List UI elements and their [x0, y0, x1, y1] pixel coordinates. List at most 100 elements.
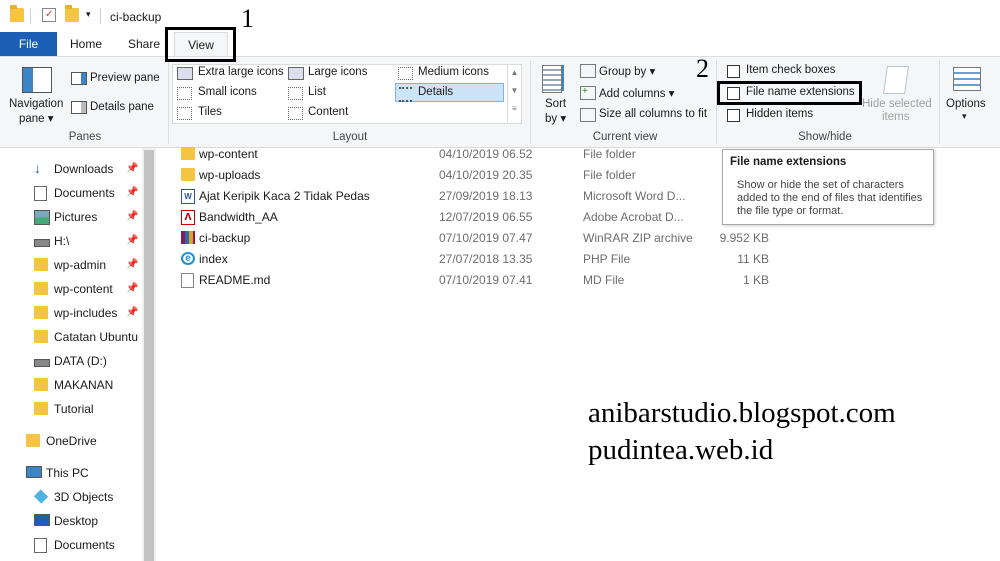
nav-item[interactable]: OneDrive	[0, 430, 142, 452]
nav-item[interactable]: ↓ Downloads 📌	[0, 158, 142, 180]
folder-icon	[10, 5, 24, 22]
nav-item[interactable]: Documents	[0, 534, 142, 556]
nav-item[interactable]: wp-includes 📌	[0, 302, 142, 324]
tooltip: File name extensions Show or hide the se…	[722, 149, 934, 225]
tab-share[interactable]: Share	[118, 32, 170, 56]
divider	[30, 8, 31, 24]
file-name: wp-uploads	[199, 168, 261, 182]
file-date: 04/10/2019 20.35	[439, 168, 533, 182]
layout-large-icons-label: Large icons	[308, 66, 368, 78]
nav-item-label: Pictures	[54, 210, 98, 224]
document-icon	[34, 538, 48, 553]
cube-icon	[33, 489, 49, 504]
file-date: 04/10/2019 06.52	[439, 147, 533, 161]
nav-item[interactable]: wp-admin 📌	[0, 254, 142, 276]
folder-icon	[34, 282, 48, 295]
folder-icon	[34, 402, 48, 415]
nav-item-label: wp-includes	[54, 306, 118, 320]
watermark-line-2: pudintea.web.id	[588, 434, 774, 466]
preview-pane-label: Preview pane	[90, 72, 160, 84]
word-icon: W	[181, 189, 195, 204]
file-size: 1 KB	[742, 273, 769, 287]
file-row[interactable]: ci-backup 07/10/2019 07.47 WinRAR ZIP arch…	[176, 228, 976, 248]
details-pane-label: Details pane	[90, 101, 154, 113]
tab-file[interactable]: File	[0, 32, 57, 56]
layout-medium-icons-label: Medium icons	[418, 66, 489, 78]
nav-item-label: This PC	[46, 466, 89, 480]
divider	[530, 60, 531, 144]
item-check-boxes-checkbox[interactable]	[727, 65, 740, 78]
document-icon	[34, 186, 48, 201]
nav-item[interactable]: Catatan Ubuntu	[0, 326, 142, 348]
details-pane-icon	[71, 101, 87, 114]
nav-item[interactable]: Documents 📌	[0, 182, 142, 204]
nav-item[interactable]: MAKANAN	[0, 374, 142, 396]
folder-icon	[181, 147, 195, 161]
properties-icon[interactable]: ✓	[42, 8, 56, 22]
hidden-items-checkbox[interactable]	[727, 109, 740, 122]
nav-item[interactable]: wp-content 📌	[0, 278, 142, 300]
file-name: ci-backup	[199, 231, 251, 245]
nav-item-label: Tutorial	[54, 402, 94, 416]
pin-icon[interactable]: 📌	[126, 163, 138, 174]
panes-group-label: Panes	[68, 131, 102, 143]
pin-icon[interactable]: 📌	[126, 187, 138, 198]
nav-item[interactable]: 3D Objects	[0, 486, 142, 508]
add-columns-icon: +	[580, 86, 596, 100]
file-name: index	[199, 252, 228, 266]
file-row[interactable]: README.md 07/10/2019 07.41 MD File 1 KB	[176, 270, 976, 290]
nav-item[interactable]: Tutorial	[0, 398, 142, 420]
file-type: MD File	[583, 273, 625, 287]
navigation-pane-label: Navigation	[9, 98, 64, 110]
divider	[939, 60, 940, 144]
file-type: File folder	[583, 147, 636, 161]
pin-icon[interactable]: 📌	[126, 259, 138, 270]
file-name: Bandwidth_AA	[199, 210, 278, 224]
file-row[interactable]: e index 27/07/2018 13.35 PHP File 11 KB	[176, 249, 976, 269]
ie-icon: e	[181, 252, 195, 266]
nav-item-label: DATA (D:)	[54, 354, 107, 368]
pin-icon[interactable]: 📌	[126, 283, 138, 294]
divider	[168, 60, 169, 144]
nav-item-label: Documents	[54, 538, 115, 552]
nav-item[interactable]: H:\ 📌	[0, 230, 142, 252]
large-icons-icon	[288, 67, 304, 80]
nav-item[interactable]: DATA (D:)	[0, 350, 142, 372]
watermark-line-1: anibarstudio.blogspot.com	[588, 397, 896, 429]
annotation-number-2: 2	[696, 54, 709, 83]
file-size: 11 KB	[737, 252, 769, 266]
winrar-icon	[181, 231, 195, 245]
folder-icon	[34, 306, 48, 319]
sort-label: Sort	[545, 98, 567, 110]
group-by-label: Group by ▾	[599, 66, 656, 78]
annotation-number-1: 1	[241, 4, 254, 33]
nav-item[interactable]: Desktop	[0, 510, 142, 532]
highlight-box-file-name-extensions	[717, 81, 862, 105]
preview-pane-icon	[71, 72, 87, 85]
folder-icon	[181, 168, 195, 182]
file-type: Adobe Acrobat D...	[583, 210, 684, 224]
list-icon	[288, 87, 303, 100]
nav-item[interactable]: Pictures 📌	[0, 206, 142, 228]
file-date: 12/07/2019 06.55	[439, 210, 533, 224]
nav-item-label: Documents	[54, 186, 115, 200]
details-icon	[399, 87, 412, 102]
layout-gallery-scroll[interactable]: ▲ ▼ ≡	[507, 64, 521, 122]
new-folder-icon[interactable]	[65, 5, 79, 22]
tab-home[interactable]: Home	[60, 32, 112, 56]
highlight-box-view-tab	[165, 27, 236, 62]
pin-icon[interactable]: 📌	[126, 307, 138, 318]
layout-tiles-label: Tiles	[198, 106, 222, 118]
nav-item-label: OneDrive	[46, 434, 97, 448]
layout-list-label: List	[308, 86, 326, 98]
options-dropdown-icon: ▾	[962, 111, 967, 121]
layout-extra-large-icons-label: Extra large icons	[198, 66, 284, 78]
nav-scrollbar-thumb[interactable]	[144, 150, 154, 561]
pin-icon[interactable]: 📌	[126, 235, 138, 246]
nav-item[interactable]: This PC	[0, 462, 142, 484]
pin-icon[interactable]: 📌	[126, 211, 138, 222]
file-name: wp-content	[199, 147, 258, 161]
customize-quick-access-icon[interactable]: ▾	[86, 9, 91, 20]
hide-selected-label-2: items	[882, 111, 910, 123]
file-size: 9.952 KB	[719, 231, 769, 245]
